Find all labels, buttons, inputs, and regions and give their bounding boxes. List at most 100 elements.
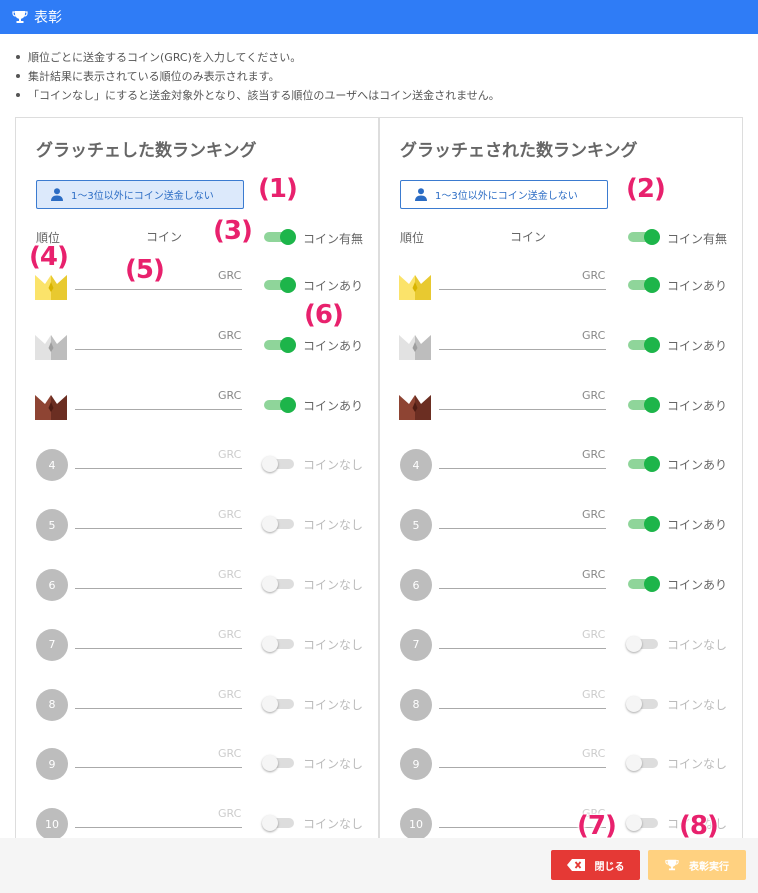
coin-unit: GRC [582,687,606,701]
execute-award-label: 表彰実行 [689,861,729,873]
coin-toggle-label: コインなし [303,518,364,533]
person-icon [415,188,427,201]
panel-title: グラッチェされた数ランキング [400,141,638,161]
coin-toggle-label: コインあり [667,338,728,353]
coin-unit: GRC [582,627,606,641]
coin-toggle[interactable] [262,755,296,772]
coin-unit: GRC [582,328,606,342]
coin-toggle-label: コインあり [303,338,364,353]
coin-amount-input[interactable] [75,767,242,769]
annotation-marker: (4) [29,242,69,272]
coin-amount-input[interactable] [75,408,242,410]
coin-toggle[interactable] [626,755,660,772]
rank-row: 7 GRC コインなし [380,627,742,687]
coin-amount-input[interactable] [439,707,606,709]
rank-badge: 8 [400,688,432,721]
coin-amount-input[interactable] [75,588,242,589]
coin-amount-input[interactable] [439,348,606,350]
title-bar: 表彰 [0,0,758,34]
coin-amount-input[interactable] [439,528,606,530]
annotation-marker: (6) [304,300,344,330]
coin-toggle[interactable] [626,695,660,712]
coin-toggle-label: コインなし [667,697,728,712]
coin-toggle[interactable] [262,277,296,293]
coin-amount-input[interactable] [439,767,606,769]
coin-master-toggle[interactable] [626,229,660,245]
rank-badge: 6 [36,569,68,601]
coin-toggle[interactable] [626,516,660,533]
coin-amount-input[interactable] [439,647,606,649]
instruction-item: 「コインなし」にすると送金対象外となり、該当する順位のユーザへはコイン送金されま… [16,86,500,105]
coin-toggle-label: コインあり [667,279,728,293]
coin-toggle[interactable] [626,396,660,413]
coin-unit: GRC [218,627,242,641]
rank-badge: 5 [400,509,432,542]
rank-row: GRC コインあり [380,388,742,448]
close-button[interactable]: 閉じる [551,850,640,880]
page-title: 表彰 [34,10,62,26]
coin-amount-input[interactable] [75,827,242,829]
close-label: 閉じる [594,861,625,873]
person-icon [51,188,63,201]
instruction-item: 集計結果に表示されている順位のみ表示されます。 [16,67,500,86]
coin-toggle[interactable] [626,576,660,592]
rank-badge: 7 [36,628,68,661]
coin-unit: GRC [218,388,242,402]
coin-amount-input[interactable] [75,707,242,709]
coin-toggle-label: コインあり [303,398,364,413]
coin-amount-input[interactable] [439,289,606,290]
coin-amount-input[interactable] [75,647,242,649]
coin-toggle[interactable] [626,815,660,832]
top3-only-label: 1〜3位以外にコイン送金しない [71,191,214,202]
coin-toggle-label: コインなし [303,757,364,772]
rank-badge: 10 [36,808,68,841]
coin-amount-input[interactable] [75,468,242,470]
coin-toggle[interactable] [262,815,296,832]
coin-toggle-label: コインあり [667,578,728,592]
coin-unit: GRC [218,448,242,462]
bronze-crown-icon [398,388,432,422]
rank-badge: 8 [36,688,68,721]
coin-toggle[interactable] [262,456,296,473]
coin-toggle-label: コインあり [667,458,728,473]
rank-badge: 6 [400,569,432,601]
coin-toggle-label: コインあり [667,398,728,413]
coin-toggle-label: コインあり [667,518,728,533]
close-icon [566,859,585,871]
rank-row: GRC コインあり [380,268,742,328]
coin-toggle-label: コインなし [303,458,364,473]
coin-unit: GRC [218,807,242,821]
coin-toggle[interactable] [626,456,660,473]
ranking-panel-given: グラッチェした数ランキング 1〜3位以外にコイン送金しない 順位 コイン コイン… [15,117,379,859]
coin-toggle-label: コインなし [303,578,364,592]
top3-only-button[interactable]: 1〜3位以外にコイン送金しない [400,180,608,209]
coin-master-toggle[interactable] [262,229,296,245]
rank-row: GRC コインあり [380,328,742,388]
rank-row: 7 GRC コインなし [16,627,378,687]
coin-amount-input[interactable] [439,408,606,410]
top3-only-button[interactable]: 1〜3位以外にコイン送金しない [36,180,244,209]
coin-toggle[interactable] [262,396,296,413]
execute-award-button[interactable]: 表彰実行 [648,850,746,880]
rank-row: 6 GRC コインあり [380,567,742,627]
coin-amount-input[interactable] [75,528,242,530]
trophy-icon [12,9,28,25]
coin-toggle[interactable] [262,576,296,592]
coin-toggle-label: コインなし [303,817,364,832]
coin-toggle[interactable] [262,336,296,353]
coin-toggle[interactable] [262,695,296,712]
coin-toggle[interactable] [626,336,660,353]
rank-row: 8 GRC コインなし [380,687,742,747]
rank-row: 8 GRC コインなし [16,687,378,747]
coin-amount-input[interactable] [75,348,242,350]
coin-amount-input[interactable] [439,468,606,470]
rank-row: GRC コインあり [16,388,378,448]
coin-amount-input[interactable] [75,289,242,290]
coin-toggle[interactable] [626,635,660,652]
coin-amount-input[interactable] [439,588,606,589]
coin-toggle[interactable] [262,516,296,533]
silver-crown-icon [34,328,68,362]
coin-toggle[interactable] [262,635,296,652]
coin-toggle[interactable] [626,277,660,293]
coin-master-label: コイン有無 [303,232,364,246]
